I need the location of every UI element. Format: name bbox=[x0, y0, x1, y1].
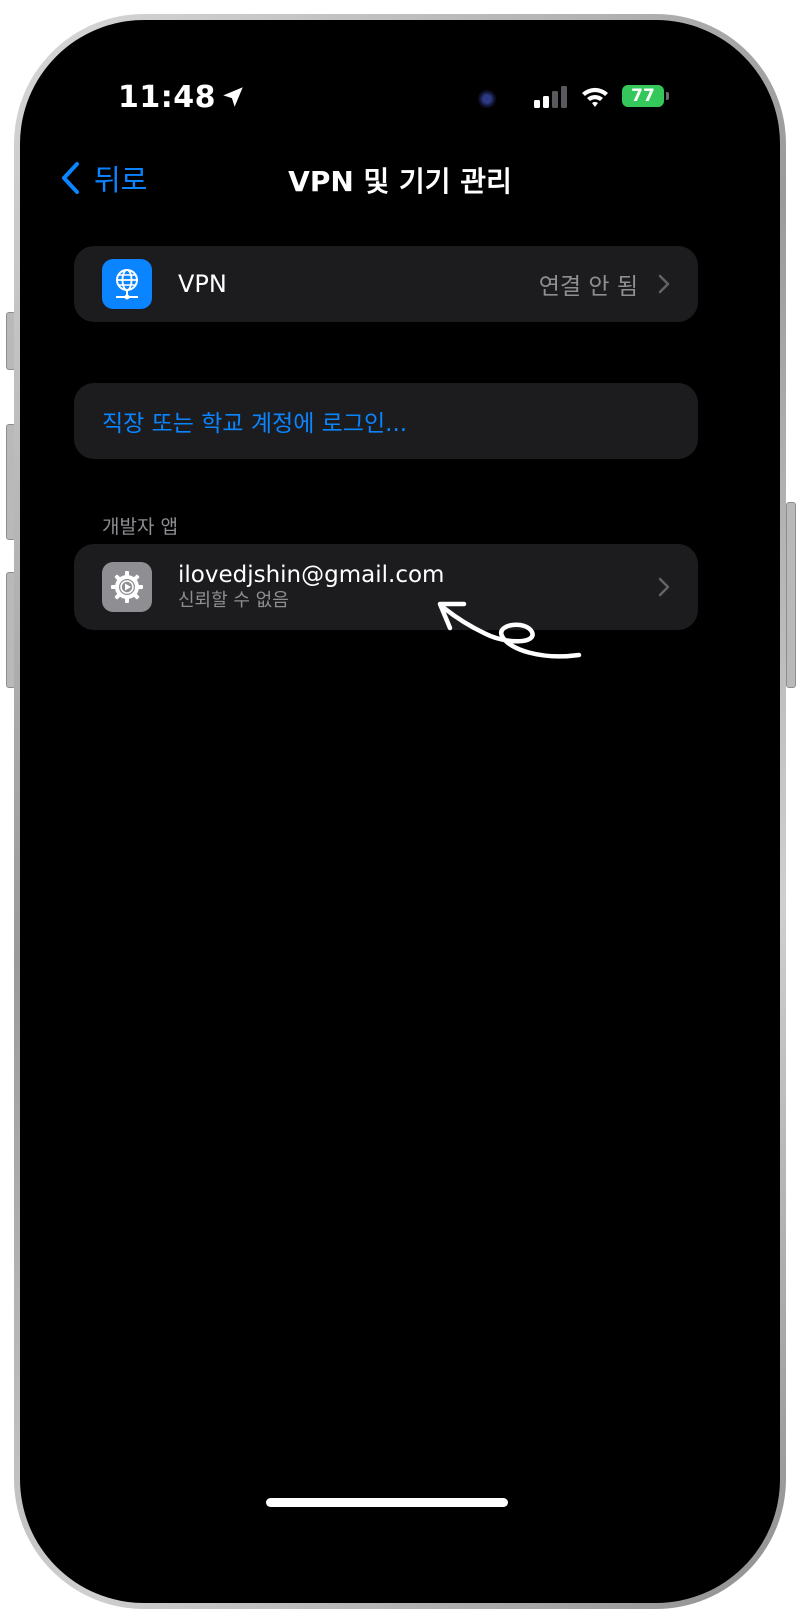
vpn-row[interactable]: VPN 연결 안 됨 bbox=[74, 246, 698, 322]
gear-icon bbox=[102, 562, 152, 612]
location-arrow-icon bbox=[223, 87, 243, 107]
front-camera bbox=[478, 90, 496, 108]
battery-percent: 77 bbox=[631, 86, 655, 106]
screen: 11:48 77 뒤로 VPN 및 기기 관리 VPN 연결 안 됨 직장 또는… bbox=[24, 24, 776, 1599]
vpn-label: VPN bbox=[178, 270, 227, 298]
chevron-right-icon bbox=[658, 577, 670, 597]
work-school-login-link[interactable]: 직장 또는 학교 계정에 로그인... bbox=[102, 404, 407, 438]
page-title: VPN 및 기기 관리 bbox=[288, 165, 512, 198]
home-indicator[interactable] bbox=[266, 1498, 508, 1507]
chevron-right-icon bbox=[658, 274, 670, 294]
annotation-arrow-icon bbox=[437, 601, 582, 659]
developer-app-title: ilovedjshin@gmail.com bbox=[178, 562, 445, 588]
status-time: 11:48 bbox=[118, 80, 216, 115]
vpn-status: 연결 안 됨 bbox=[538, 274, 638, 300]
battery-cap bbox=[666, 92, 669, 100]
developer-app-row[interactable]: ilovedjshin@gmail.com 신뢰할 수 없음 bbox=[74, 544, 698, 630]
section-header-developer-apps: 개발자 앱 bbox=[102, 516, 178, 538]
wifi-icon bbox=[582, 87, 608, 107]
work-school-login-row[interactable]: 직장 또는 학교 계정에 로그인... bbox=[74, 383, 698, 459]
signal-bars-icon bbox=[534, 86, 567, 108]
power-button bbox=[786, 502, 796, 688]
globe-network-icon bbox=[102, 259, 152, 309]
battery-level: 77 bbox=[622, 85, 664, 107]
developer-app-trust-status: 신뢰할 수 없음 bbox=[178, 590, 289, 611]
